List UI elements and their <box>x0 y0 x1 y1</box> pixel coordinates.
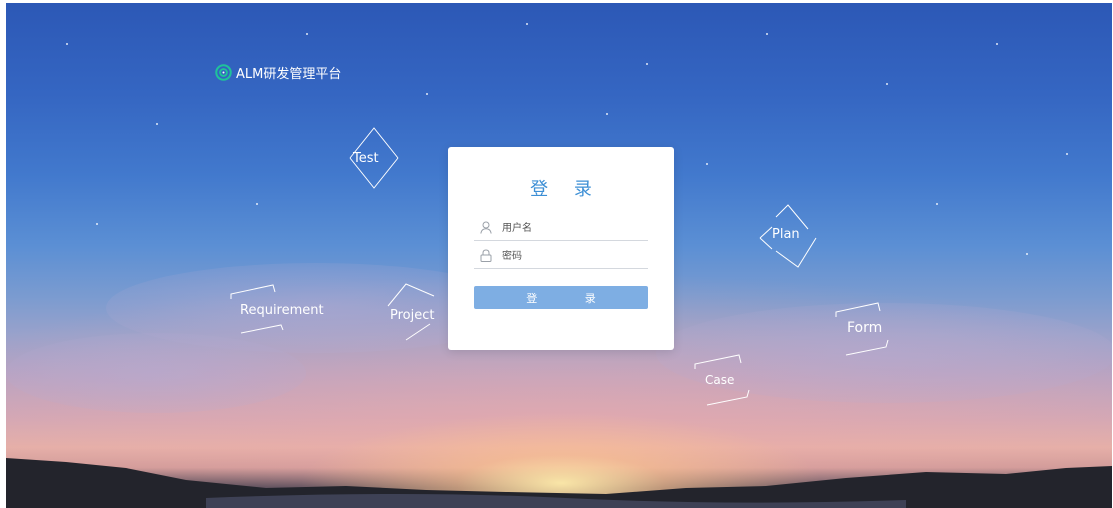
app-logo: ALM研发管理平台 <box>215 63 341 82</box>
username-field <box>474 218 648 241</box>
login-button[interactable]: 登 录 <box>474 286 648 309</box>
tag-label: Test <box>353 151 379 166</box>
user-icon <box>480 221 492 234</box>
tag-label: Plan <box>772 227 800 242</box>
username-input[interactable] <box>502 219 642 237</box>
mountain-silhouette <box>6 458 1112 508</box>
tag-label: Case <box>705 373 735 387</box>
login-card: 登 录 登 录 <box>448 147 674 350</box>
login-title: 登 录 <box>530 179 602 200</box>
password-input[interactable] <box>502 247 642 265</box>
cloud <box>6 333 306 413</box>
lock-icon <box>480 249 492 262</box>
app-logo-icon <box>215 64 232 81</box>
password-field <box>474 246 648 269</box>
app-name: ALM研发管理平台 <box>236 67 342 82</box>
tag-label: Requirement <box>240 303 324 318</box>
tag-label: Project <box>390 308 435 323</box>
tag-label: Form <box>847 320 883 336</box>
